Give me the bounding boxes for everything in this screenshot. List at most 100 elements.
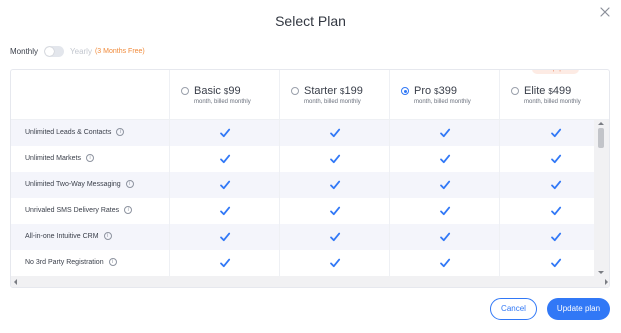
scroll-thumb[interactable] (598, 128, 604, 148)
check-icon (550, 152, 562, 164)
check-icon (439, 126, 451, 138)
info-icon[interactable]: i (108, 258, 117, 266)
feature-row: Unrivaled SMS Delivery Rates i (11, 198, 594, 224)
plan-title: Starter (304, 85, 338, 97)
info-icon[interactable]: i (103, 232, 112, 240)
plan-title: Elite (524, 85, 546, 97)
check-icon (329, 126, 341, 138)
feature-text: Unlimited Two-Way Messaging (25, 180, 121, 188)
check-icon (329, 256, 341, 268)
check-icon (439, 204, 451, 216)
billing-period-switch: Monthly Yearly (3 Months Free) (10, 44, 145, 58)
plan-period: month, billed monthly (194, 99, 251, 105)
horizontal-scrollbar[interactable] (11, 276, 609, 287)
plan-radio[interactable] (181, 87, 189, 95)
plan-radio[interactable] (291, 87, 299, 95)
feature-rows: Unlimited Leads & Contacts i Unlimited Mar… (11, 120, 594, 276)
feature-label: Unrivaled SMS Delivery Rates i (25, 206, 133, 214)
info-icon[interactable]: i (124, 206, 133, 214)
plan-name: Pro $399 (414, 85, 457, 97)
plan-option-1[interactable]: Starter $199 month, billed monthly (279, 70, 389, 120)
plan-period: month, billed monthly (524, 99, 581, 105)
feature-text: Unlimited Leads & Contacts (25, 128, 112, 136)
feature-label: All-in-one Intuitive CRM i (25, 232, 112, 240)
feature-label: No 3rd Party Registration i (25, 258, 117, 266)
scroll-right-arrow-icon[interactable] (605, 279, 608, 285)
feature-label: Unlimited Two-Way Messaging i (25, 180, 134, 188)
feature-cell (279, 198, 389, 224)
feature-cell (389, 146, 499, 172)
plan-name: Starter $199 (304, 85, 363, 97)
check-icon (439, 230, 451, 242)
check-icon (219, 230, 231, 242)
feature-text: Unrivaled SMS Delivery Rates (25, 206, 120, 214)
scroll-down-arrow-icon[interactable] (598, 271, 604, 274)
feature-cell (279, 224, 389, 250)
feature-cell (389, 172, 499, 198)
check-icon (329, 178, 341, 190)
most-popular-badge: Most popular (532, 70, 579, 74)
check-icon (219, 204, 231, 216)
feature-text: Unlimited Markets (25, 154, 82, 162)
check-icon (219, 178, 231, 190)
check-icon (550, 178, 562, 190)
info-icon[interactable]: i (125, 180, 134, 188)
yearly-label[interactable]: Yearly (70, 47, 92, 56)
billing-toggle[interactable] (44, 45, 65, 57)
feature-cell (499, 172, 594, 198)
cancel-button[interactable]: Cancel (490, 298, 537, 320)
info-icon[interactable]: i (116, 128, 125, 136)
plan-header-row: Basic $99 month, billed monthly Starter $199… (11, 70, 609, 120)
scroll-up-arrow-icon[interactable] (598, 122, 604, 125)
check-icon (219, 126, 231, 138)
feature-cell (499, 120, 594, 146)
plan-radio[interactable] (511, 87, 519, 95)
feature-row: No 3rd Party Registration i (11, 250, 594, 276)
check-icon (550, 256, 562, 268)
check-icon (439, 256, 451, 268)
plan-comparison-table: Basic $99 month, billed monthly Starter $199… (10, 69, 610, 288)
check-icon (219, 152, 231, 164)
feature-cell (389, 198, 499, 224)
feature-cell (169, 224, 279, 250)
feature-cell (389, 120, 499, 146)
feature-row: Unlimited Two-Way Messaging i (11, 172, 594, 198)
check-icon (550, 204, 562, 216)
feature-label: Unlimited Leads & Contacts i (25, 128, 125, 136)
check-icon (329, 152, 341, 164)
plan-option-3[interactable]: Elite $499 month, billed monthly Most popul… (499, 70, 609, 120)
feature-cell (499, 224, 594, 250)
update-plan-button[interactable]: Update plan (547, 298, 610, 320)
feature-cell (279, 146, 389, 172)
plan-radio[interactable] (401, 87, 409, 95)
check-icon (439, 152, 451, 164)
feature-cell (389, 224, 499, 250)
plan-name: Elite $499 (524, 85, 571, 97)
feature-cell (499, 250, 594, 276)
feature-cell (169, 250, 279, 276)
feature-cell (279, 120, 389, 146)
info-icon[interactable]: i (86, 154, 95, 162)
feature-cell (169, 120, 279, 146)
monthly-label[interactable]: Monthly (10, 47, 38, 56)
select-plan-dialog: Select Plan Monthly Yearly (3 Months Fre… (0, 0, 621, 333)
plan-title: Basic (194, 85, 221, 97)
dialog-title: Select Plan (275, 13, 346, 29)
feature-row: All-in-one Intuitive CRM i (11, 224, 594, 250)
feature-label: Unlimited Markets i (25, 154, 95, 162)
plan-option-2[interactable]: Pro $399 month, billed monthly (389, 70, 499, 120)
feature-text: All-in-one Intuitive CRM (25, 232, 99, 240)
plan-price: 99 (228, 85, 241, 97)
feature-cell (499, 146, 594, 172)
yearly-promo-label: (3 Months Free) (94, 47, 145, 55)
plan-option-0[interactable]: Basic $99 month, billed monthly (169, 70, 279, 120)
check-icon (439, 178, 451, 190)
plan-price: 199 (344, 85, 363, 97)
scroll-left-arrow-icon[interactable] (14, 279, 17, 285)
feature-cell (169, 198, 279, 224)
plan-period: month, billed monthly (414, 99, 471, 105)
plan-price: 399 (438, 85, 457, 97)
vertical-scrollbar[interactable] (594, 120, 609, 276)
check-icon (219, 256, 231, 268)
toggle-knob (45, 46, 55, 56)
